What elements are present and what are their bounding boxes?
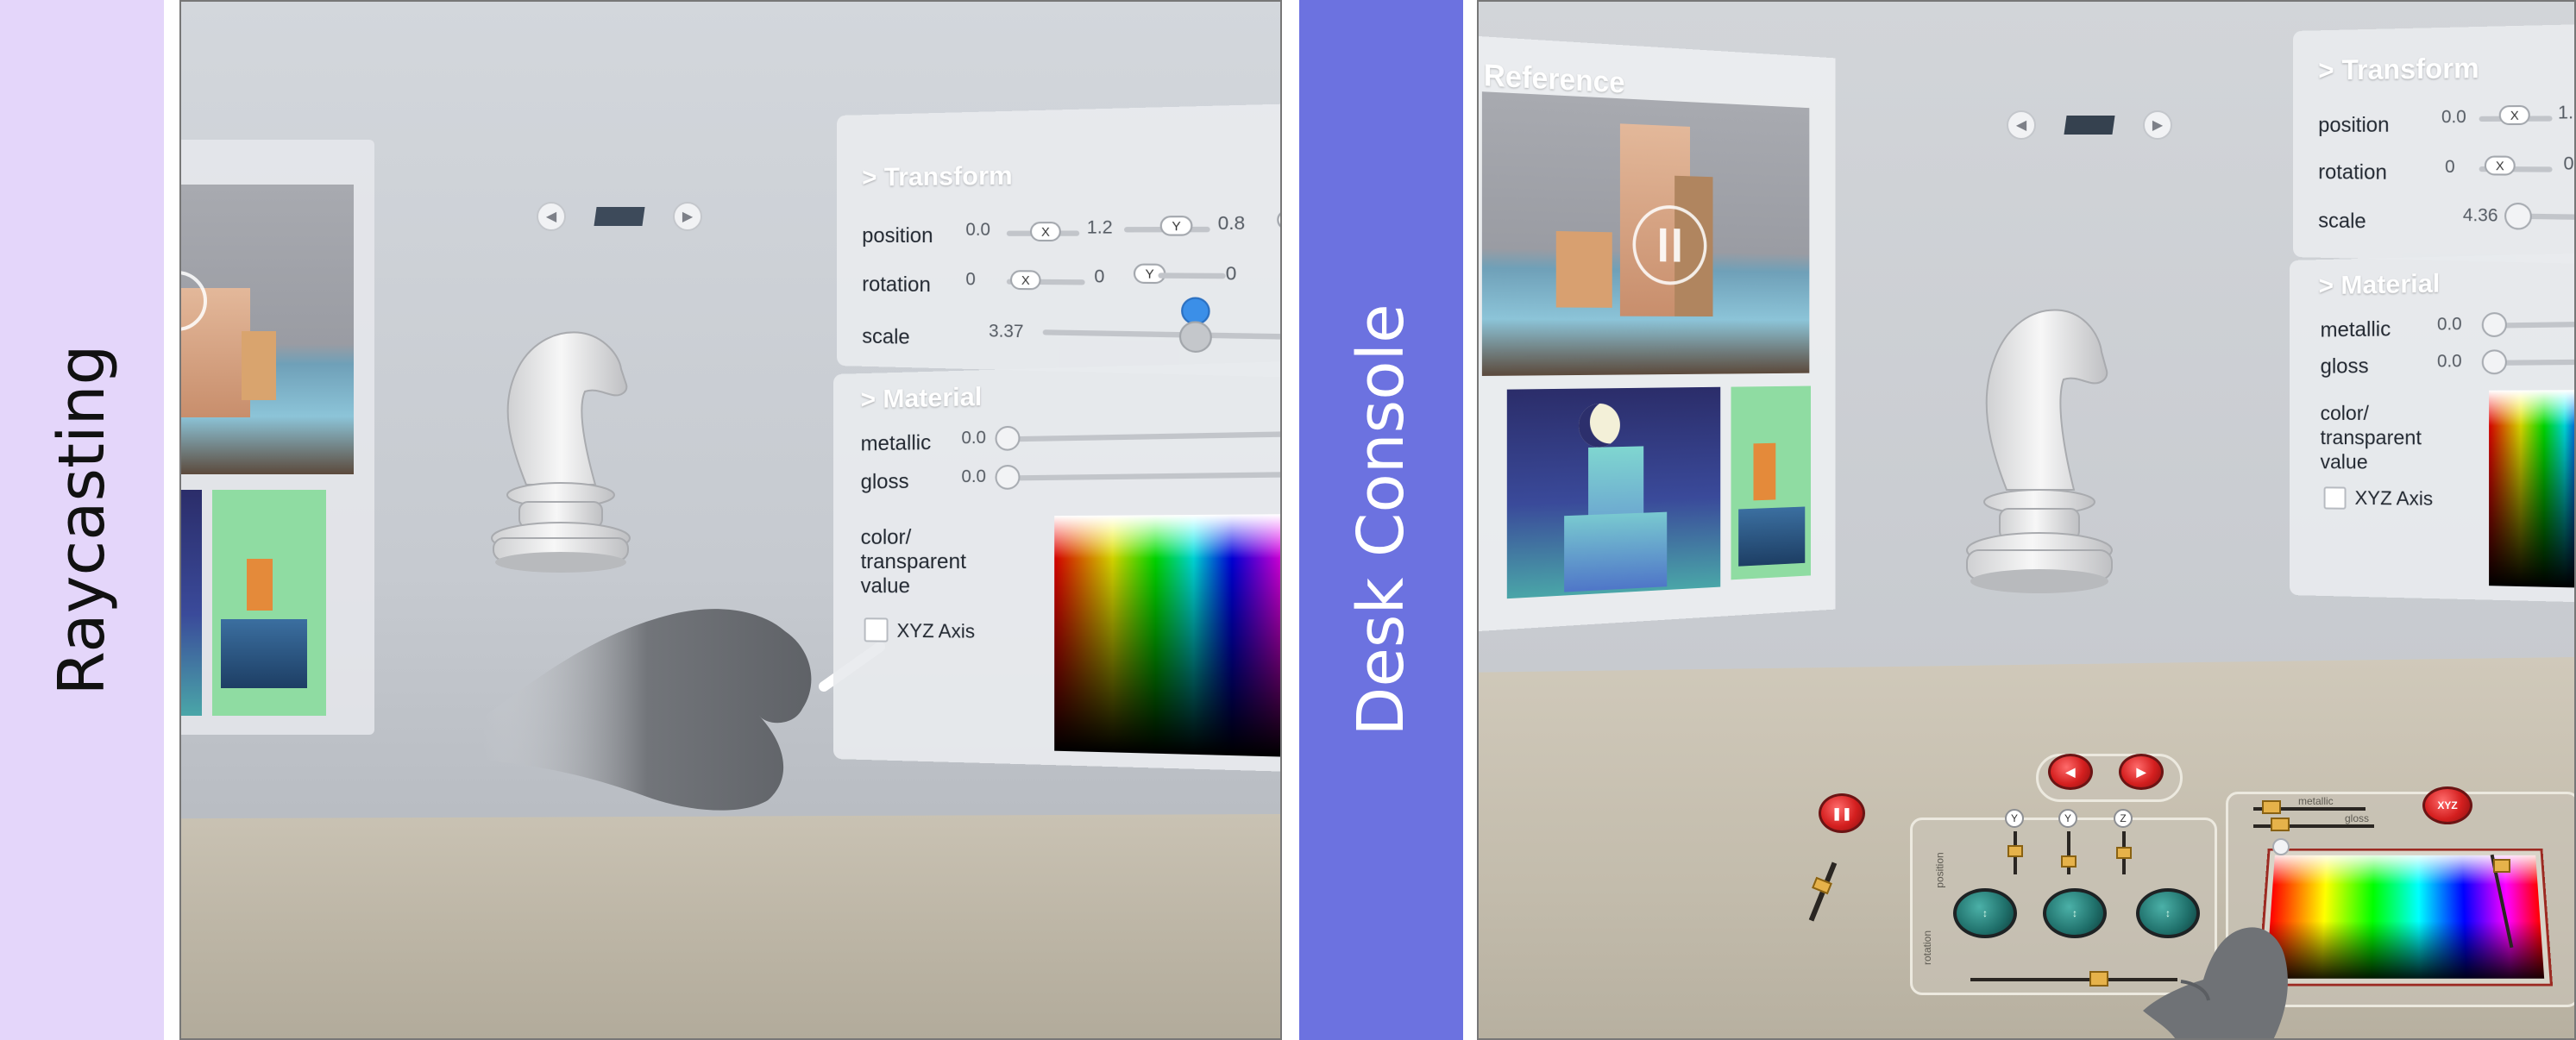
raycasting-viewport: ◀ ▶ > Transform position 0.0 X 1.2 Y 0.8…: [179, 0, 1282, 1040]
position-z-handle[interactable]: Z: [1277, 209, 1280, 231]
gloss-handle[interactable]: [995, 464, 1021, 490]
axis-y-tag: Y: [2005, 809, 2024, 828]
desk-console-label-band: Desk Console: [1299, 0, 1463, 1040]
position-z-value: 0.8: [1217, 213, 1246, 235]
color-pad-cursor[interactable]: [2272, 838, 2290, 855]
color-label-line-1: color/: [860, 525, 912, 549]
gloss-label: gloss: [860, 469, 909, 494]
previous-model-button[interactable]: ◀: [537, 202, 566, 231]
color-picker[interactable]: [1054, 513, 1280, 758]
reference-thumbnail[interactable]: [212, 490, 326, 716]
material-title[interactable]: > Material: [861, 382, 983, 415]
metallic-console-label: metallic: [2298, 795, 2334, 807]
rotation-x-value: 0: [965, 269, 976, 290]
xyz-axis-checkbox[interactable]: [864, 617, 889, 642]
rotation-y-extra-value: 0: [1225, 264, 1237, 285]
gloss-value: 0.0: [961, 467, 987, 487]
rotate-y-button[interactable]: ↕: [2043, 888, 2107, 938]
transform-title[interactable]: > Transform: [862, 161, 1012, 193]
rotate-x-button[interactable]: ↕: [1953, 888, 2017, 938]
virtual-hand: [2143, 927, 2288, 1038]
table-surface: [181, 814, 1280, 1038]
position-y-fader-handle[interactable]: [2061, 855, 2077, 868]
pause-button[interactable]: ❚❚: [1819, 793, 1865, 833]
color-label-line-3: value: [860, 574, 911, 598]
axis-y-tag: Y: [2058, 809, 2077, 828]
gloss-console-label: gloss: [2345, 812, 2370, 824]
metallic-handle[interactable]: [995, 425, 1021, 451]
metallic-slider[interactable]: [1003, 430, 1280, 442]
rotate-right-button[interactable]: ▶: [2119, 754, 2164, 790]
scale-handle[interactable]: [1178, 321, 1212, 354]
position-x-value: 0.0: [965, 220, 990, 240]
material-panel: > Material metallic 0.0 gloss 0.0 color/…: [833, 360, 1280, 774]
rotation-y-value: 0: [1094, 266, 1105, 287]
model-preview-icon: [594, 207, 645, 226]
scale-value: 3.37: [989, 321, 1024, 342]
xyz-axis-toggle-button[interactable]: XYZ: [2422, 786, 2472, 824]
gloss-slider[interactable]: [1003, 471, 1280, 481]
metallic-value: 0.0: [961, 428, 987, 448]
desk-console-viewport: Reference ◀ ▶ > Transform position 0.0 X…: [1477, 0, 2576, 1040]
transform-panel: > Transform position 0.0 X 1.2 Y 0.8 Z r…: [837, 103, 1280, 379]
gloss-fader-handle[interactable]: [2271, 818, 2290, 831]
position-x-handle[interactable]: X: [1029, 222, 1061, 242]
next-model-button[interactable]: ▶: [673, 202, 702, 231]
reference-thumbnail[interactable]: [181, 185, 354, 474]
position-z-fader-handle[interactable]: [2116, 847, 2132, 859]
color-label-line-2: transparent: [860, 549, 967, 574]
position-y-handle[interactable]: Y: [1159, 216, 1193, 236]
rotation-console-label: rotation: [1921, 930, 1934, 966]
desk-console-label: Desk Console: [1344, 304, 1418, 736]
rotate-left-button[interactable]: ◀: [2048, 754, 2093, 790]
position-y-fader-track[interactable]: [2067, 831, 2070, 874]
raycasting-label-band: Raycasting: [0, 0, 164, 1040]
position-x-fader-handle[interactable]: [2007, 845, 2023, 857]
raycasting-label: Raycasting: [45, 344, 119, 696]
position-y-value: 1.2: [1086, 217, 1113, 238]
model-switcher: ◀ ▶: [537, 202, 702, 231]
desk-console: ◀ ▶ ❚❚ position rotation Y Y Z ↕ ↕ ↕ met…: [1479, 2, 2574, 1038]
rotation-label: rotation: [862, 273, 931, 298]
axis-z-tag: Z: [2114, 809, 2133, 828]
rotation-y-slider[interactable]: [1158, 273, 1226, 279]
scale-slider[interactable]: [1042, 329, 1280, 341]
reference-gallery: [181, 140, 374, 735]
metallic-fader-handle[interactable]: [2262, 800, 2281, 814]
reference-thumbnail[interactable]: [181, 490, 202, 716]
position-console-label: position: [1933, 852, 1946, 888]
rotation-fader-handle[interactable]: [2089, 971, 2108, 987]
comparison-figure: Raycasting ◀ ▶ > Transform position 0.0 …: [0, 0, 2576, 1040]
transparency-fader-handle[interactable]: [2493, 859, 2510, 873]
position-label: position: [862, 223, 933, 248]
xyz-axis-label: XYZ Axis: [896, 619, 976, 642]
chess-knight-model[interactable]: [474, 312, 647, 588]
scale-label: scale: [862, 324, 910, 349]
rotation-x-handle[interactable]: X: [1010, 270, 1041, 291]
metallic-label: metallic: [860, 430, 932, 456]
